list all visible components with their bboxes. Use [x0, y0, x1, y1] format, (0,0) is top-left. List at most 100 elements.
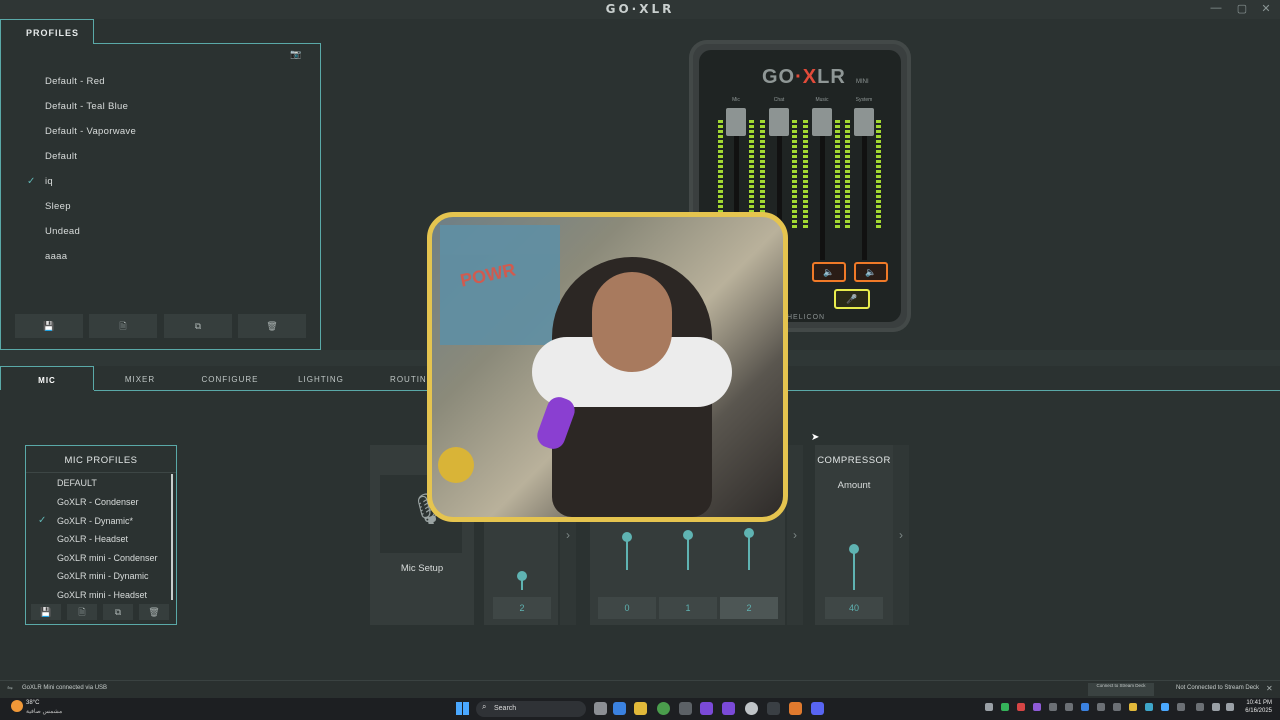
value-box[interactable]: 0 [598, 597, 656, 619]
slider-column [659, 520, 717, 600]
tray-app-icon[interactable] [1049, 703, 1057, 711]
slider-knob[interactable] [517, 571, 527, 581]
save-mic-profile-button[interactable]: 💾 [31, 604, 61, 620]
fader-knob[interactable] [854, 108, 874, 136]
app-logo: GO·XLR [605, 2, 675, 16]
tray-app-icon[interactable] [1161, 703, 1169, 711]
discord-icon[interactable] [811, 702, 824, 715]
profile-item[interactable]: Default - Teal Blue [45, 101, 128, 112]
tray-app-icon[interactable] [1097, 703, 1105, 711]
compressor-amount-label: Amount [837, 480, 871, 491]
slider-knob[interactable] [683, 530, 693, 540]
tray-app-icon[interactable] [1001, 703, 1009, 711]
new-profile-button[interactable]: 🗎 [89, 314, 157, 338]
mic-profile-item-active[interactable]: GoXLR - Dynamic* [57, 516, 133, 526]
save-profile-button[interactable]: 💾 [15, 314, 83, 338]
copilot-icon[interactable] [613, 702, 626, 715]
delete-mic-profile-button[interactable]: 🗑 [139, 604, 169, 620]
mute-button[interactable]: 🔈 [812, 262, 846, 282]
tray-app-icon[interactable] [1145, 703, 1153, 711]
slider-track [748, 533, 750, 570]
slider-knob[interactable] [622, 532, 632, 542]
copy-mic-profile-button[interactable]: ⧉ [103, 604, 133, 620]
copy-profile-button[interactable]: ⧉ [164, 314, 232, 338]
profiles-tab[interactable]: PROFILES [0, 19, 94, 44]
chevron-right-icon[interactable]: › [893, 445, 909, 625]
delete-profile-button[interactable]: 🗑 [238, 314, 306, 338]
slider-track [853, 549, 855, 590]
value-box-selected[interactable]: 2 [720, 597, 778, 619]
tray-app-icon[interactable] [1113, 703, 1121, 711]
profile-item[interactable]: Default - Vaporwave [45, 126, 136, 137]
fader-knob[interactable] [769, 108, 789, 136]
level-meter [845, 120, 850, 230]
cough-button[interactable]: 🎤 [834, 289, 870, 309]
language-icon[interactable] [1196, 703, 1204, 711]
taskbar-search[interactable]: Search [476, 701, 586, 717]
file-explorer-icon[interactable] [634, 702, 647, 715]
close-button[interactable]: ✕ [1258, 2, 1274, 16]
close-icon[interactable]: ✕ [1266, 684, 1273, 693]
connect-stream-deck-button[interactable]: Connect to Stream Deck [1088, 683, 1154, 696]
profile-item[interactable]: aaaa [45, 251, 67, 262]
tray-app-icon[interactable] [1033, 703, 1041, 711]
tray-app-icon[interactable] [1017, 703, 1025, 711]
value-box[interactable]: 1 [659, 597, 717, 619]
weather-icon[interactable] [11, 700, 23, 712]
mute-button[interactable]: 🔈 [854, 262, 888, 282]
tab-mixer[interactable]: MIXER [110, 366, 170, 390]
clock-date[interactable]: 6/16/2025 [1240, 708, 1272, 714]
taskbar: 38°C مشمس صافية Search ⌕ 10:41 PM 6/16/2… [0, 698, 1280, 720]
task-view-icon[interactable] [594, 702, 607, 715]
value-box[interactable]: 40 [825, 597, 883, 619]
app-icon[interactable] [700, 702, 713, 715]
tray-app-icon[interactable] [1081, 703, 1089, 711]
app-icon[interactable] [789, 702, 802, 715]
chevron-right-icon[interactable]: › [787, 445, 803, 625]
slider-knob[interactable] [744, 528, 754, 538]
fader-knob[interactable] [812, 108, 832, 136]
chrome-icon[interactable] [657, 702, 670, 715]
camera-icon[interactable]: 📷 [290, 49, 302, 59]
scrollbar[interactable] [171, 474, 173, 600]
profile-item[interactable]: Sleep [45, 201, 71, 212]
maximize-button[interactable]: ▢ [1234, 2, 1250, 16]
mic-profile-item[interactable]: GoXLR - Condenser [57, 497, 139, 507]
app-icon[interactable] [722, 702, 735, 715]
mic-profile-item[interactable]: GoXLR mini - Headset [57, 590, 147, 600]
webcam-overlay: POWR [427, 212, 788, 522]
divider [26, 472, 176, 473]
tray-app-icon[interactable] [1065, 703, 1073, 711]
fader-knob[interactable] [726, 108, 746, 136]
tab-mic[interactable]: MIC [0, 366, 94, 390]
windows-start-icon[interactable] [456, 702, 469, 715]
profile-item[interactable]: Default [45, 151, 77, 162]
goxlr-app-icon[interactable] [767, 702, 780, 715]
volume-icon[interactable] [1226, 703, 1234, 711]
tray-chevron-icon[interactable] [985, 703, 993, 711]
slider-knob[interactable] [849, 544, 859, 554]
mic-profiles-panel: MIC PROFILES DEFAULT GoXLR - Condenser ✓… [25, 445, 177, 625]
profile-item[interactable]: Default - Red [45, 76, 105, 87]
channel-label: Chat [773, 97, 785, 103]
mic-profile-item[interactable]: GoXLR mini - Dynamic [57, 571, 149, 581]
profile-item-active[interactable]: iq [45, 176, 53, 187]
tab-configure[interactable]: CONFIGURE [195, 366, 265, 390]
value-box[interactable]: 2 [493, 597, 551, 619]
clock-time[interactable]: 10:41 PM [1240, 700, 1272, 706]
minimize-button[interactable]: — [1208, 2, 1224, 16]
app-icon[interactable] [679, 702, 692, 715]
network-icon[interactable] [1212, 703, 1220, 711]
tray-app-icon[interactable] [1129, 703, 1137, 711]
obs-icon[interactable] [745, 702, 758, 715]
profiles-panel [0, 43, 321, 350]
profile-item[interactable]: Undead [45, 226, 80, 237]
mic-profile-item[interactable]: DEFAULT [57, 478, 97, 488]
tab-lighting[interactable]: LIGHTING [290, 366, 352, 390]
poster: POWR [440, 225, 560, 345]
microphone-tray-icon[interactable] [1177, 703, 1185, 711]
new-mic-profile-button[interactable]: 🗎 [67, 604, 97, 620]
search-icon: ⌕ [482, 702, 487, 711]
mic-profile-item[interactable]: GoXLR mini - Condenser [57, 553, 158, 563]
mic-profile-item[interactable]: GoXLR - Headset [57, 534, 128, 544]
